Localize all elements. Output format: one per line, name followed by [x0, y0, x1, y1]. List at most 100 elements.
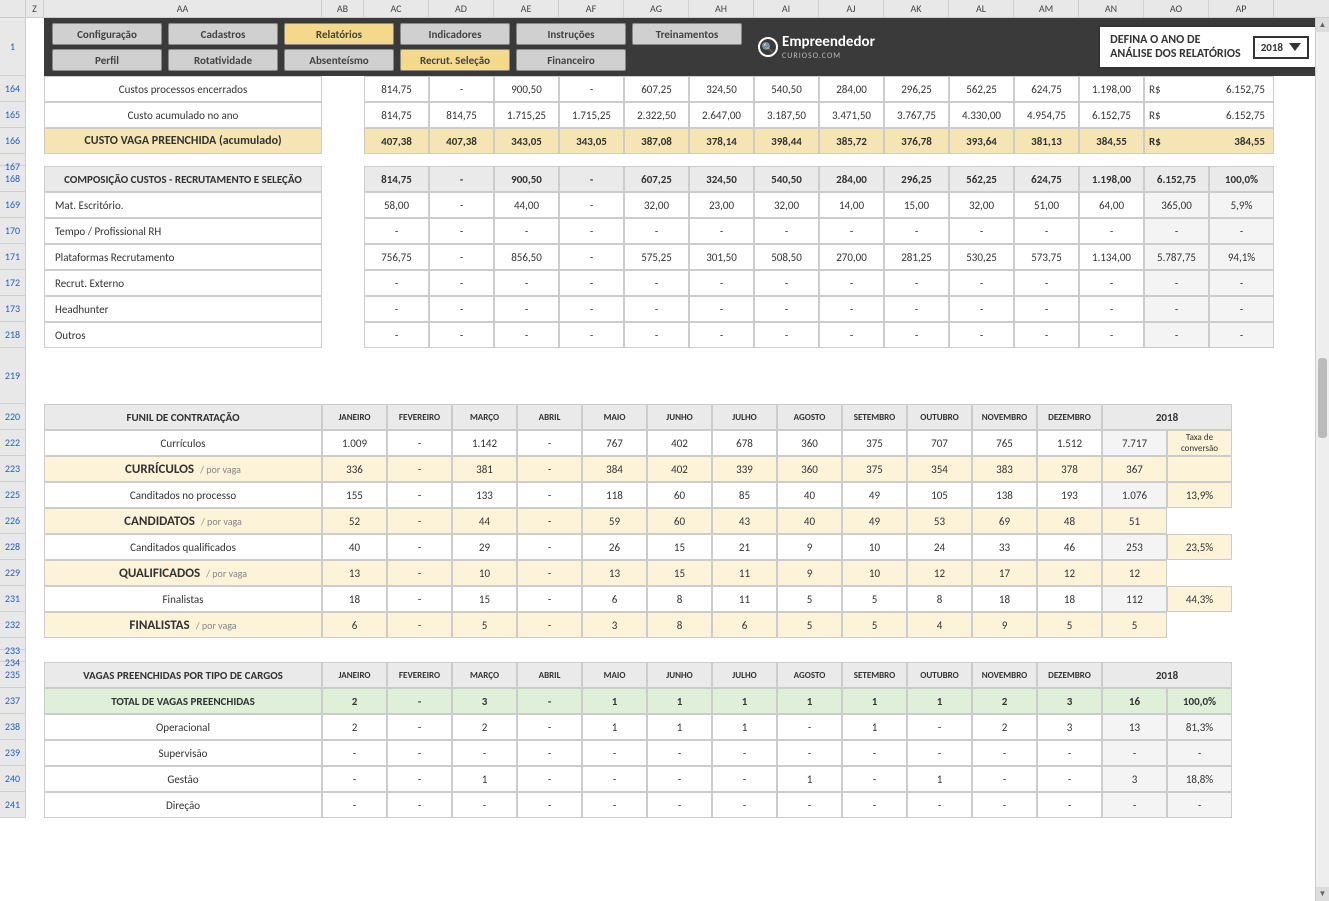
row-label[interactable]: Operacional	[44, 714, 322, 740]
table-cell[interactable]: -	[387, 740, 452, 766]
table-cell[interactable]: -	[949, 296, 1014, 322]
table-cell[interactable]: -	[517, 482, 582, 508]
table-cell[interactable]: -	[517, 714, 582, 740]
table-cell[interactable]: 900,50	[494, 76, 559, 102]
toolbar-btn-rotatividade[interactable]: Rotatividade	[168, 49, 278, 71]
table-cell[interactable]: 5	[777, 586, 842, 612]
table-cell[interactable]: 343,05	[494, 128, 559, 154]
toolbar-btn-treinamentos[interactable]: Treinamentos	[632, 23, 742, 45]
row-label[interactable]: Supervisão	[44, 740, 322, 766]
row-pct[interactable]: 13,9%	[1167, 482, 1232, 508]
table-cell[interactable]: 5	[842, 586, 907, 612]
table-cell[interactable]: 678	[712, 430, 777, 456]
table-cell[interactable]: -	[387, 534, 452, 560]
table-cell[interactable]: 3	[452, 688, 517, 714]
table-cell[interactable]: -	[689, 322, 754, 348]
table-cell[interactable]: 8	[907, 586, 972, 612]
scrollbar-thumb[interactable]	[1318, 358, 1327, 438]
table-cell[interactable]: 2	[972, 688, 1037, 714]
table-cell[interactable]: 69	[972, 508, 1037, 534]
table-cell[interactable]: 402	[647, 430, 712, 456]
table-cell[interactable]: -	[364, 270, 429, 296]
table-cell[interactable]: -	[559, 192, 624, 218]
table-cell[interactable]: 756,75	[364, 244, 429, 270]
row-total[interactable]: -	[1144, 270, 1209, 296]
month-header[interactable]: MARÇO	[452, 662, 517, 688]
table-cell[interactable]: 4	[907, 612, 972, 638]
table-cell[interactable]: 3.767,75	[884, 102, 949, 128]
table-cell[interactable]: -	[387, 612, 452, 638]
toolbar-btn-indicadores[interactable]: Indicadores	[400, 23, 510, 45]
table-cell[interactable]: -	[624, 218, 689, 244]
table-cell[interactable]: 1.198,00	[1079, 76, 1144, 102]
row-total[interactable]: 6.152,75	[1169, 76, 1274, 102]
table-cell[interactable]: 624,75	[1014, 76, 1079, 102]
table-cell[interactable]: -	[429, 192, 494, 218]
table-cell[interactable]: -	[972, 740, 1037, 766]
row-label[interactable]: Headhunter	[44, 296, 322, 322]
table-cell[interactable]: 540,50	[754, 76, 819, 102]
table-cell[interactable]: 9	[972, 612, 1037, 638]
table-cell[interactable]: -	[1037, 792, 1102, 818]
table-cell[interactable]: 32,00	[949, 192, 1014, 218]
table-cell[interactable]: 59	[582, 508, 647, 534]
row-pct[interactable]: -	[1209, 218, 1274, 244]
table-cell[interactable]: -	[429, 166, 494, 192]
table-cell[interactable]: 1.512	[1037, 430, 1102, 456]
table-cell[interactable]: -	[819, 322, 884, 348]
table-cell[interactable]: -	[842, 766, 907, 792]
table-cell[interactable]: -	[754, 218, 819, 244]
table-cell[interactable]: 1	[647, 688, 712, 714]
table-cell[interactable]: -	[494, 218, 559, 244]
month-header[interactable]: JUNHO	[647, 662, 712, 688]
month-header[interactable]: FEVEREIRO	[387, 404, 452, 430]
table-cell[interactable]: -	[712, 766, 777, 792]
table-cell[interactable]: -	[387, 792, 452, 818]
table-cell[interactable]: 385,72	[819, 128, 884, 154]
table-cell[interactable]: -	[517, 508, 582, 534]
table-cell[interactable]: -	[364, 218, 429, 244]
table-cell[interactable]: 18	[1037, 586, 1102, 612]
table-cell[interactable]: 387,08	[624, 128, 689, 154]
table-cell[interactable]: 4.954,75	[1014, 102, 1079, 128]
table-cell[interactable]: 60	[647, 482, 712, 508]
table-cell[interactable]: 1.134,00	[1079, 244, 1144, 270]
row-label[interactable]: Outros	[44, 322, 322, 348]
table-cell[interactable]: -	[517, 740, 582, 766]
month-header[interactable]: SETEMBRO	[842, 662, 907, 688]
table-cell[interactable]: 5	[452, 612, 517, 638]
table-cell[interactable]: -	[884, 296, 949, 322]
table-cell[interactable]: -	[559, 322, 624, 348]
month-header[interactable]: JANEIRO	[322, 404, 387, 430]
row-label[interactable]: Direção	[44, 792, 322, 818]
table-cell[interactable]: 11	[712, 560, 777, 586]
row-pct[interactable]: 100,0%	[1167, 688, 1232, 714]
table-cell[interactable]: -	[712, 740, 777, 766]
table-cell[interactable]: -	[819, 296, 884, 322]
table-cell[interactable]: 15	[647, 534, 712, 560]
table-cell[interactable]: 900,50	[494, 166, 559, 192]
row-pct[interactable]: -	[1209, 296, 1274, 322]
table-cell[interactable]: 49	[842, 482, 907, 508]
table-cell[interactable]: -	[452, 792, 517, 818]
row-total[interactable]: 365,00	[1144, 192, 1209, 218]
table-cell[interactable]: 12	[907, 560, 972, 586]
row-label[interactable]: Tempo / Profissional RH	[44, 218, 322, 244]
table-cell[interactable]: -	[884, 322, 949, 348]
table-cell[interactable]: 2	[972, 714, 1037, 740]
table-cell[interactable]: 381	[452, 456, 517, 482]
table-cell[interactable]: 49	[842, 508, 907, 534]
month-header[interactable]: DEZEMBRO	[1037, 404, 1102, 430]
table-cell[interactable]: 44,00	[494, 192, 559, 218]
table-cell[interactable]: 378	[1037, 456, 1102, 482]
table-cell[interactable]: 9	[777, 534, 842, 560]
row-total[interactable]: -	[1102, 740, 1167, 766]
table-cell[interactable]: 1.142	[452, 430, 517, 456]
month-header[interactable]: JUNHO	[647, 404, 712, 430]
scroll-down-icon[interactable]: ▼	[1316, 887, 1329, 901]
table-cell[interactable]: 3	[1037, 714, 1102, 740]
table-cell[interactable]: -	[972, 792, 1037, 818]
row-total[interactable]: 51	[1102, 508, 1167, 534]
row-pct[interactable]: 94,1%	[1209, 244, 1274, 270]
table-cell[interactable]: -	[429, 270, 494, 296]
